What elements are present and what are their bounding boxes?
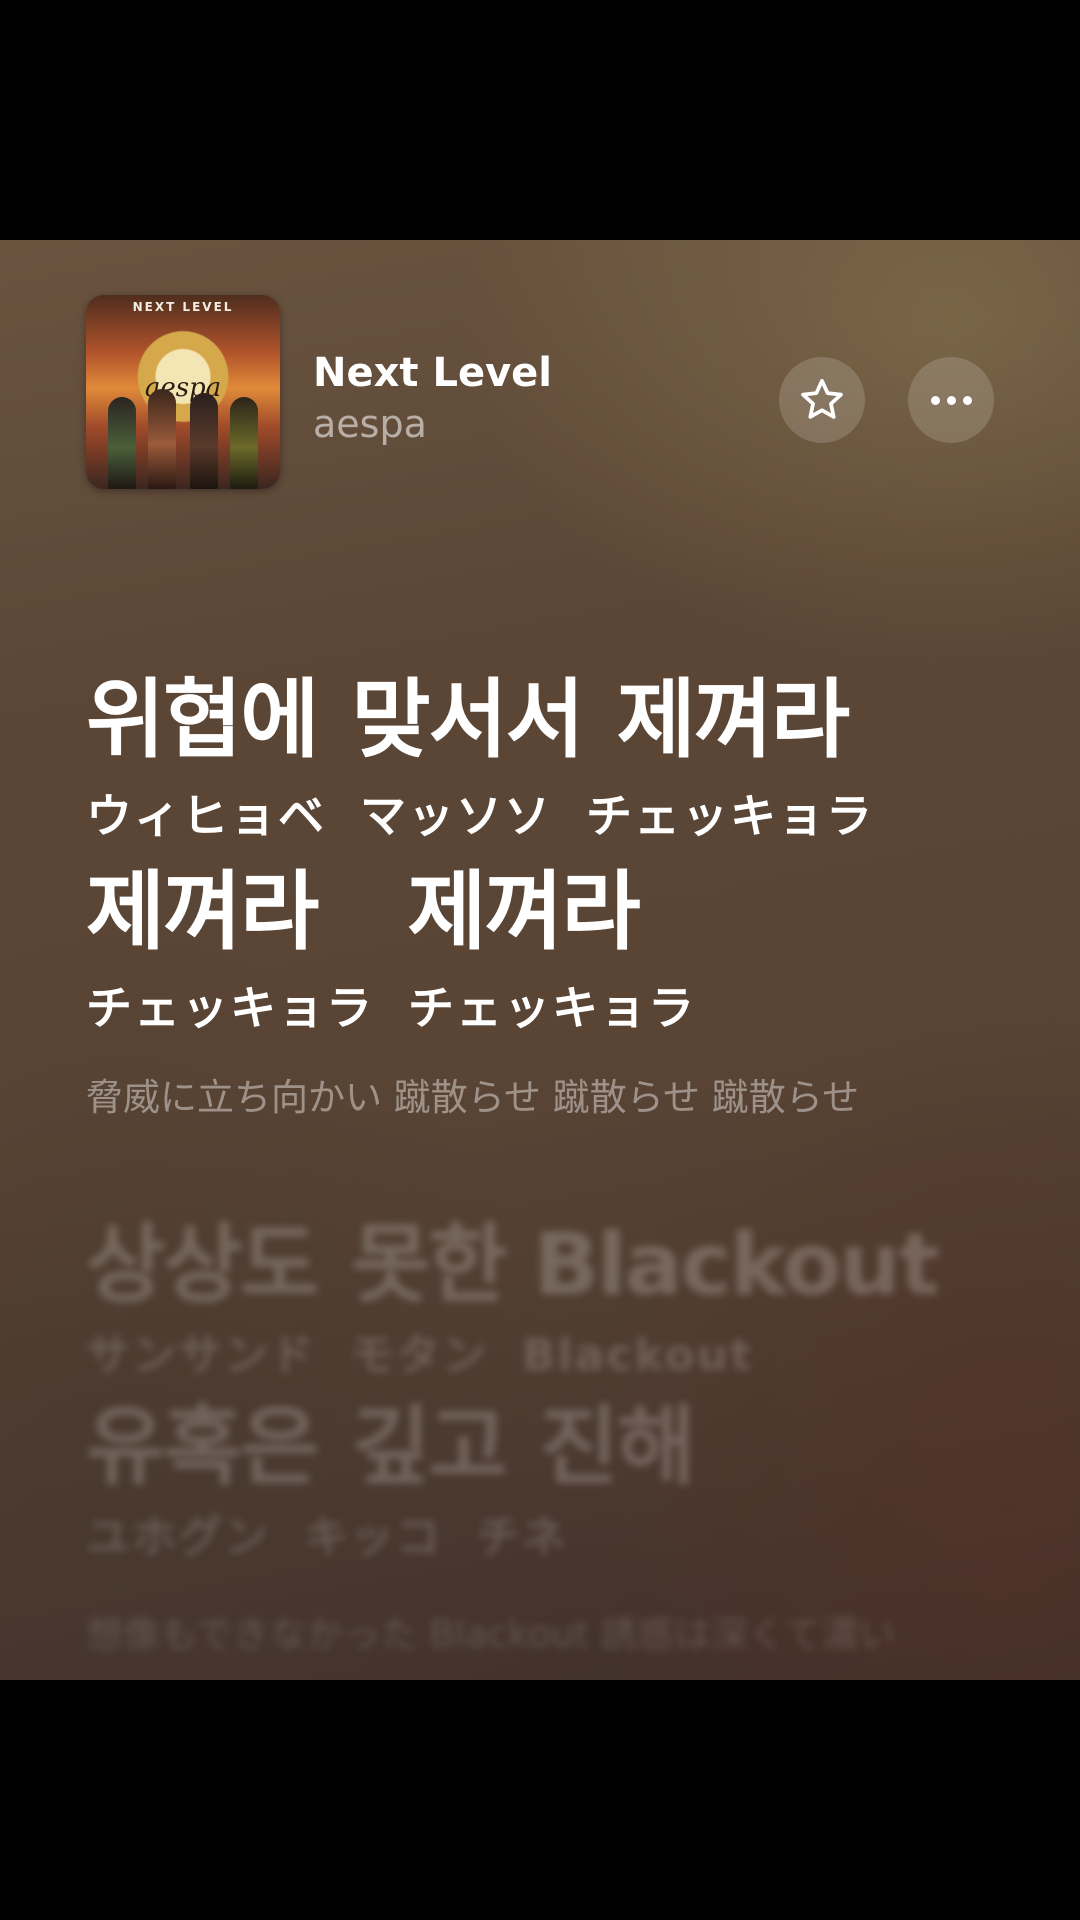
album-artwork[interactable]: NEXT LEVEL aespa bbox=[86, 295, 280, 489]
korean-lyric-line: 상상도 못한 Blackout bbox=[86, 1215, 1046, 1315]
reading-word: チェッキョラ bbox=[586, 789, 874, 843]
artwork-figure bbox=[148, 389, 176, 489]
japanese-reading-line: サンサンド モタン Blackout bbox=[86, 1315, 1046, 1397]
letterbox-top bbox=[0, 0, 1080, 240]
lyric-word: 위협에 bbox=[86, 670, 319, 770]
reading-word: チェッキョラ bbox=[408, 981, 696, 1035]
lyric-word: 진해 bbox=[539, 1397, 696, 1497]
japanese-reading-line: ユホグン キッコ チネ bbox=[86, 1497, 1046, 1579]
lyrics-screen: NEXT LEVEL aespa Next Level aespa 위협에 맞서서… bbox=[0, 240, 1080, 1680]
reading-word: キッコ bbox=[304, 1512, 442, 1563]
ellipsis-dot bbox=[930, 395, 940, 405]
reading-word: チェッキョラ bbox=[86, 981, 374, 1035]
song-title[interactable]: Next Level bbox=[313, 350, 552, 396]
reading-word: ユホグン bbox=[86, 1512, 270, 1563]
korean-lyric-line: 위협에 맞서서 제껴라 bbox=[86, 670, 1046, 770]
translation-line: 想像もできなかった Blackout 誘惑は深くて濃い bbox=[86, 1613, 896, 1656]
lyric-word: 깊고 bbox=[351, 1397, 507, 1497]
reading-word: チネ bbox=[476, 1512, 568, 1563]
lyric-word: 상상도 bbox=[86, 1215, 319, 1315]
korean-lyric-line: 유혹은 깊고 진해 bbox=[86, 1397, 1046, 1497]
japanese-reading-line: チェッキョラ チェッキョラ bbox=[86, 962, 1046, 1054]
lyric-word: 제껴라 bbox=[616, 670, 850, 770]
letterbox-bottom bbox=[0, 1680, 1080, 1920]
lyric-word: 유혹은 bbox=[86, 1397, 319, 1497]
lyric-word: 제껴라 bbox=[407, 862, 640, 962]
favorite-button[interactable] bbox=[779, 357, 865, 443]
reading-word: マッソソ bbox=[360, 789, 552, 843]
song-artist[interactable]: aespa bbox=[313, 402, 427, 446]
ellipsis-dot bbox=[946, 395, 956, 405]
translation-line: 脅威に立ち向かい 蹴散らせ 蹴散らせ 蹴散らせ bbox=[86, 1076, 860, 1119]
now-playing-header: NEXT LEVEL aespa Next Level aespa bbox=[0, 240, 1080, 520]
reading-word: ウィヒョベ bbox=[86, 789, 326, 843]
reading-word: Blackout bbox=[522, 1330, 754, 1381]
korean-lyric-line: 제껴라 제껴라 bbox=[86, 862, 1046, 962]
upcoming-lyric-block[interactable]: 상상도 못한 Blackout サンサンド モタン Blackout 유혹은 깊고 진해 … bbox=[86, 1215, 1046, 1665]
current-lyric-block[interactable]: 위협에 맞서서 제껴라 ウィヒョベ マッソソ チェッキョラ 제껴라 제껴라 チェッキョラチ… bbox=[86, 670, 1046, 1128]
lyric-word: 제껴라 bbox=[86, 862, 319, 962]
reading-word: モタン bbox=[350, 1330, 488, 1381]
more-options-button[interactable] bbox=[908, 357, 994, 443]
ellipsis-icon bbox=[930, 395, 972, 405]
lyric-word: 못한 Blackout bbox=[351, 1215, 940, 1315]
artwork-figure bbox=[230, 397, 258, 489]
star-icon bbox=[801, 378, 843, 419]
japanese-reading-line: ウィヒョベ マッソソ チェッキョラ bbox=[86, 770, 1046, 862]
artwork-title: NEXT LEVEL bbox=[132, 300, 234, 314]
artwork-figure bbox=[108, 397, 136, 489]
ellipsis-dot bbox=[962, 395, 972, 405]
artwork-figure bbox=[190, 393, 218, 489]
reading-word: サンサンド bbox=[86, 1330, 316, 1381]
lyric-word: 맞서서 bbox=[351, 670, 584, 770]
